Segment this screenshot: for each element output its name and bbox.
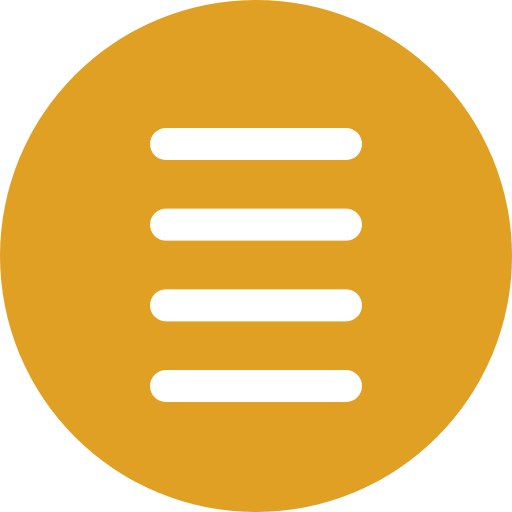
menu-icon-circle (0, 0, 512, 512)
hamburger-menu-icon (0, 0, 512, 512)
menu-button[interactable] (0, 0, 512, 512)
menu-line (150, 128, 362, 160)
menu-icon-canvas (0, 0, 512, 512)
menu-line (150, 289, 362, 322)
menu-line (150, 370, 362, 403)
menu-line (150, 208, 362, 241)
